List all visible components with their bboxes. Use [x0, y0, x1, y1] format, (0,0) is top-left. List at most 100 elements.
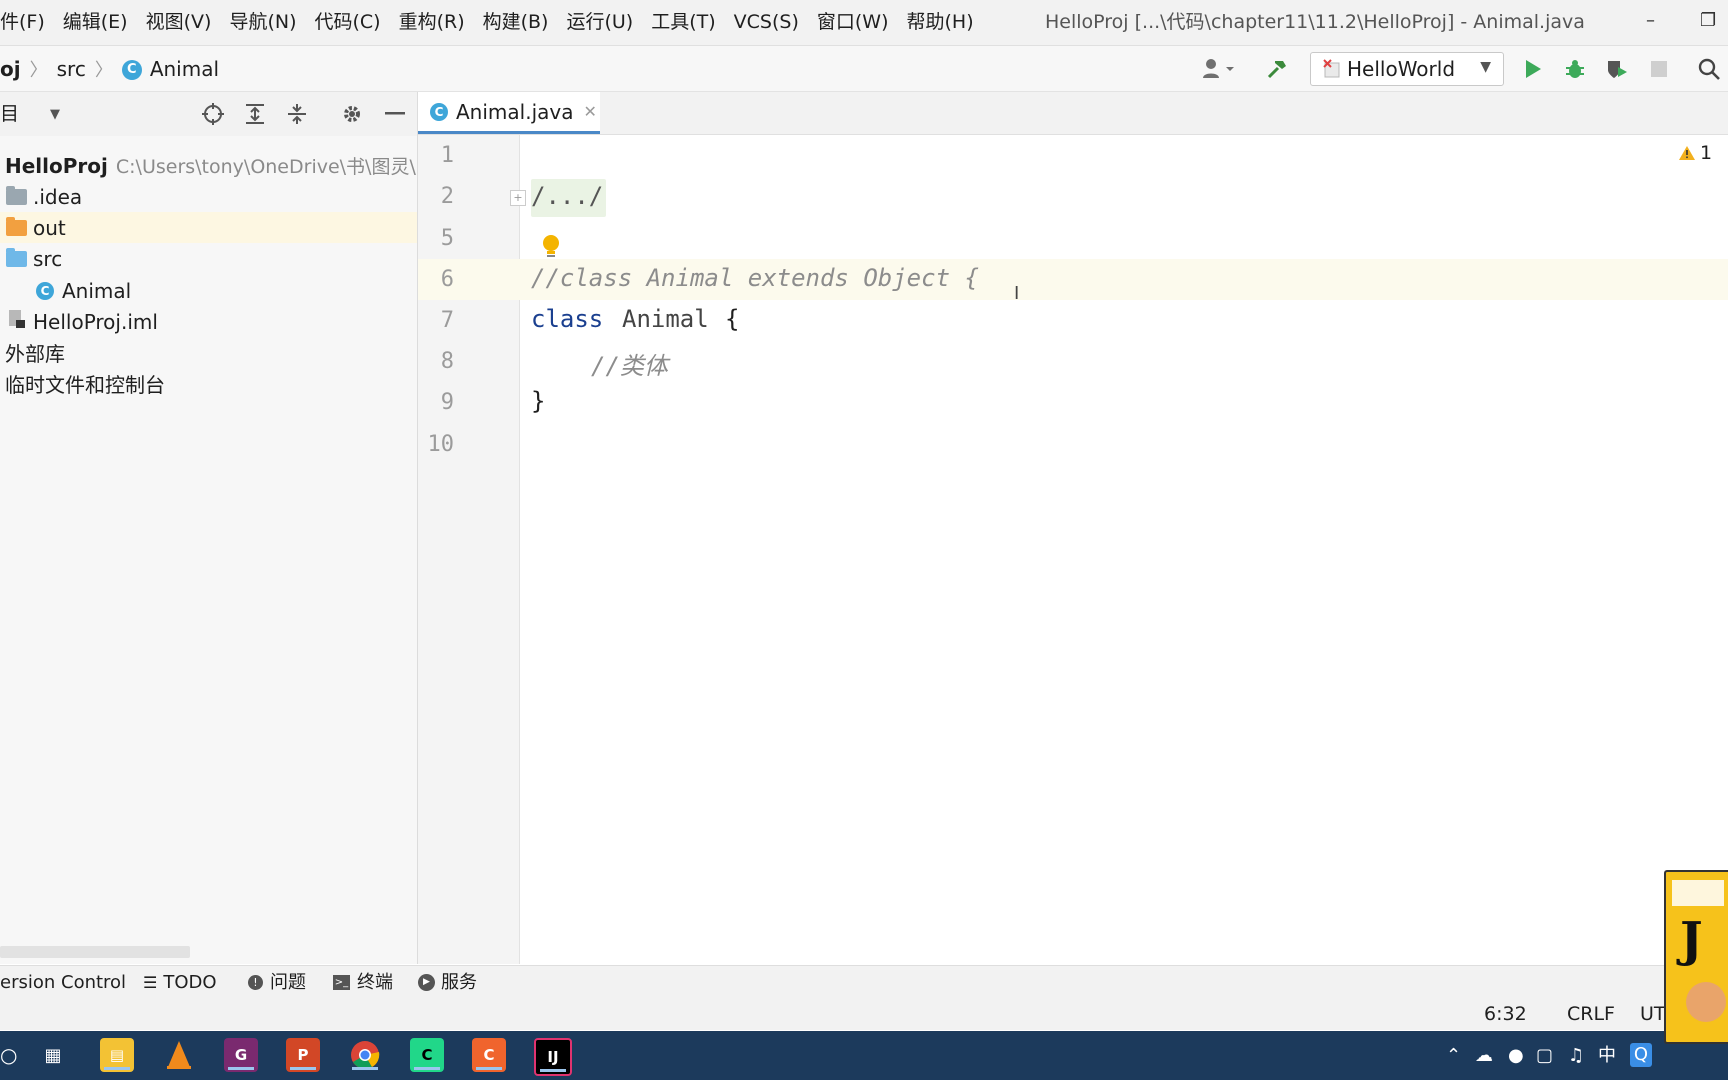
menu-navigate[interactable]: 导航(N) — [220, 0, 305, 45]
chrome-icon[interactable] — [348, 1038, 382, 1072]
line-number: 10 — [427, 432, 455, 457]
search-icon[interactable]: ○ — [0, 1031, 17, 1080]
cloud-icon[interactable]: ☁ — [1475, 1031, 1493, 1080]
tree-item-label: 临时文件和控制台 — [5, 373, 165, 397]
powerpoint-icon[interactable]: P — [286, 1038, 320, 1072]
chevron-down-icon: ▼ — [1480, 59, 1491, 75]
locate-crosshair-icon[interactable] — [198, 92, 228, 136]
run-config-label: HelloWorld — [1347, 57, 1456, 81]
menu-bar: 件(F) 编辑(E) 视图(V) 导航(N) 代码(C) 重构(R) 构建(B)… — [0, 0, 1728, 46]
tree-item-external-libraries[interactable]: 外部库 — [0, 337, 417, 368]
tree-item-label: src — [33, 246, 63, 271]
menu-tools[interactable]: 工具(T) — [642, 0, 724, 45]
file-explorer-icon[interactable]: ▤ — [100, 1038, 134, 1072]
tree-item-label: .idea — [33, 184, 83, 209]
tree-item-idea[interactable]: .idea — [0, 181, 417, 212]
source-folder-icon — [6, 247, 27, 267]
network-icon[interactable]: ▢ — [1536, 1031, 1553, 1080]
task-view-icon[interactable]: ▦ — [36, 1038, 70, 1072]
project-panel: 项目 ▼ HelloProj C:\Users\tony\OneDrive\书\… — [0, 92, 418, 964]
user-icon[interactable] — [1196, 46, 1242, 91]
pdf-app-icon[interactable]: G — [224, 1038, 258, 1072]
caret-position[interactable]: 6:32 — [1484, 999, 1527, 1030]
minimize-icon[interactable]: – — [1646, 0, 1655, 42]
run-configuration-select[interactable]: HelloWorld ▼ — [1310, 52, 1504, 86]
chevron-right-icon: 〉 — [94, 59, 113, 81]
expand-all-icon[interactable] — [240, 92, 270, 136]
breadcrumb-project[interactable]: oj — [0, 57, 21, 81]
intellij-idea-icon[interactable]: IJ — [534, 1038, 572, 1076]
menu-build[interactable]: 构建(B) — [474, 0, 558, 45]
collapse-all-icon[interactable] — [282, 92, 312, 136]
tree-item-label: HelloProj.iml — [33, 309, 158, 334]
breadcrumb-src[interactable]: src — [57, 57, 86, 81]
list-icon: ☰ — [143, 973, 158, 992]
tab-label: Animal.java — [456, 99, 574, 124]
project-panel-title[interactable]: 项目 — [0, 92, 19, 136]
debug-bug-icon[interactable] — [1560, 46, 1590, 91]
code-brace-open: { — [725, 305, 740, 333]
class-icon: C — [36, 281, 54, 300]
horizontal-scrollbar[interactable] — [0, 946, 190, 958]
code-class-name: Animal — [622, 305, 709, 333]
tree-item-animal[interactable]: C Animal — [0, 275, 417, 306]
tool-version-control[interactable]: ersion Control — [0, 966, 126, 999]
search-icon[interactable] — [1694, 46, 1724, 91]
tree-item-scratches[interactable]: 临时文件和控制台 — [0, 368, 417, 399]
menu-refactor[interactable]: 重构(R) — [390, 0, 474, 45]
menu-vcs[interactable]: VCS(S) — [725, 0, 808, 45]
clion-icon[interactable]: C — [410, 1038, 444, 1072]
menu-edit[interactable]: 编辑(E) — [54, 0, 137, 45]
minimize-panel-icon[interactable] — [380, 92, 410, 136]
window-title: HelloProj [...\代码\chapter11\11.2\HelloPr… — [1045, 11, 1585, 33]
tool-services[interactable]: ▶ 服务 — [418, 966, 477, 999]
os-taskbar: ○ ▦ ▤ G P C C IJ ⌃ ☁ ● ▢ ♫ 中 Q — [0, 1031, 1728, 1080]
chevron-down-icon[interactable]: ▼ — [40, 92, 70, 136]
tree-item-iml[interactable]: HelloProj.iml — [0, 306, 417, 337]
code-brace-close: } — [531, 387, 546, 415]
breadcrumb-animal-label: Animal — [149, 56, 220, 81]
tool-todo[interactable]: ☰ TODO — [143, 966, 217, 999]
menu-help[interactable]: 帮助(H) — [898, 0, 983, 45]
vlc-icon[interactable] — [162, 1038, 196, 1072]
fold-toggle-icon[interactable]: + — [510, 190, 526, 206]
gear-icon[interactable] — [337, 92, 367, 136]
tree-item-out[interactable]: out — [0, 212, 417, 243]
line-number: 9 — [440, 390, 454, 415]
tool-label: 服务 — [441, 972, 477, 993]
chevron-up-icon[interactable]: ⌃ — [1446, 1031, 1461, 1080]
line-separator[interactable]: CRLF — [1567, 999, 1615, 1030]
tree-item-root[interactable]: HelloProj C:\Users\tony\OneDrive\书\图灵\ — [0, 150, 417, 181]
tree-item-label: out — [33, 215, 66, 240]
menu-file[interactable]: 件(F) — [0, 0, 54, 45]
breadcrumb-animal[interactable]: C Animal — [121, 56, 220, 81]
coverage-icon[interactable] — [1602, 46, 1632, 91]
tree-item-label: Animal — [62, 278, 132, 303]
stop-icon[interactable] — [1644, 46, 1674, 91]
menu-code[interactable]: 代码(C) — [305, 0, 389, 45]
tree-item-label: 外部库 — [5, 342, 65, 366]
restore-icon[interactable]: ❐ — [1700, 0, 1716, 42]
warning-icon — [1679, 146, 1695, 160]
code-keyword-class: class — [531, 305, 604, 333]
tool-terminal[interactable]: >_ 终端 — [333, 966, 393, 999]
menu-view[interactable]: 视图(V) — [137, 0, 221, 45]
menu-run[interactable]: 运行(U) — [557, 0, 642, 45]
close-icon[interactable]: ✕ — [583, 102, 596, 121]
app-tray-icon[interactable]: Q — [1630, 1043, 1652, 1067]
volume-icon[interactable]: ♫ — [1568, 1031, 1584, 1080]
run-icon[interactable] — [1518, 46, 1548, 91]
lightbulb-icon[interactable] — [541, 234, 561, 264]
line-number: 5 — [440, 226, 454, 251]
menu-window[interactable]: 窗口(W) — [808, 0, 898, 45]
tool-problems[interactable]: ! 问题 — [248, 966, 306, 999]
clion-orange-icon[interactable]: C — [472, 1038, 506, 1072]
microphone-icon[interactable]: ● — [1508, 1031, 1524, 1080]
editor-tab-bar: C Animal.java ✕ — [418, 92, 1728, 135]
tree-item-src[interactable]: src — [0, 243, 417, 274]
tab-animal-java[interactable]: C Animal.java ✕ — [418, 92, 600, 134]
build-hammer-icon[interactable] — [1262, 46, 1292, 91]
module-file-icon — [8, 309, 26, 334]
ime-indicator[interactable]: 中 — [1598, 1031, 1616, 1080]
inspection-warning-badge[interactable]: 1 — [1678, 142, 1712, 164]
